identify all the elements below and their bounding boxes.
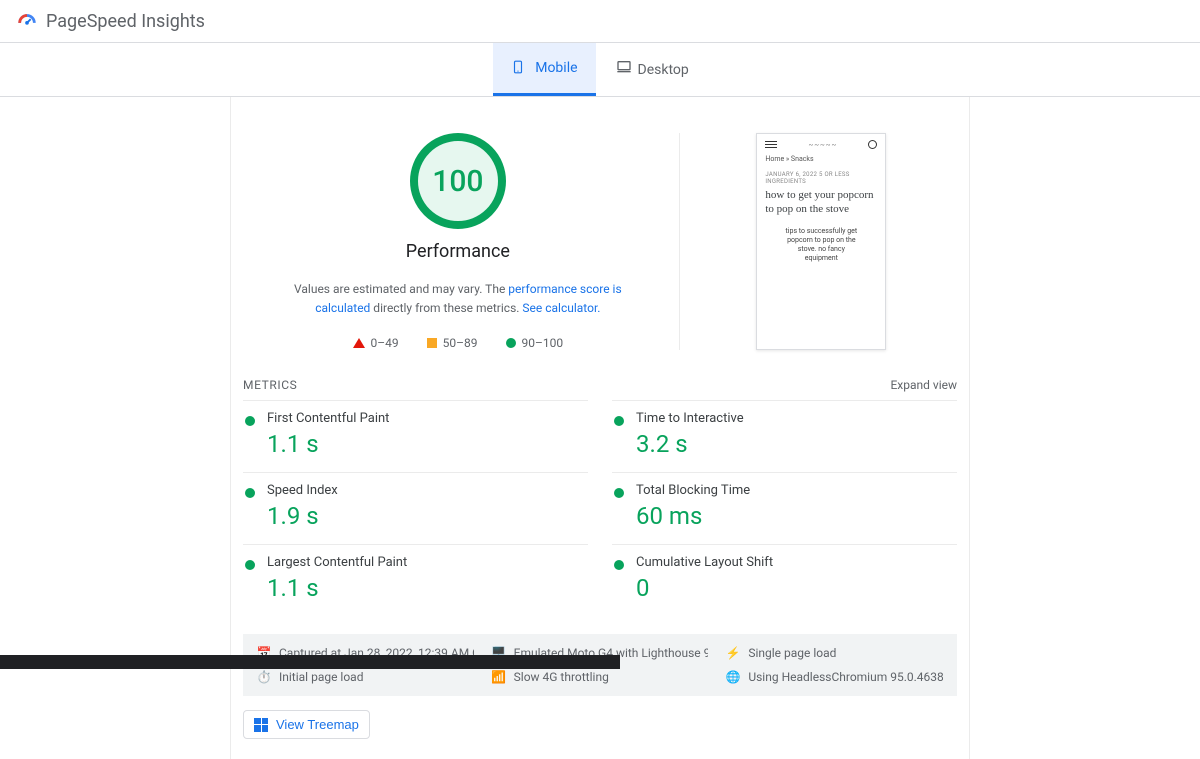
status-dot-icon (614, 488, 624, 498)
preview-title: how to get your popcorn to pop on the st… (765, 189, 877, 217)
tab-mobile-label: Mobile (535, 60, 577, 76)
tab-mobile[interactable]: Mobile (493, 43, 595, 96)
metrics-header: METRICS Expand view (231, 360, 969, 400)
preview-subtitle: tips to successfully get popcorn to pop … (765, 227, 877, 263)
expand-view-toggle[interactable]: Expand view (890, 378, 957, 392)
metrics-heading: METRICS (243, 378, 297, 392)
performance-gauge: 100 (410, 133, 506, 229)
chrome-icon: 🌐 (726, 670, 740, 684)
score-scale: 0–49 50–89 90–100 (243, 336, 673, 350)
hamburger-icon (765, 141, 777, 148)
metric-tbt: Total Blocking Time60 ms (612, 472, 957, 544)
triangle-icon (353, 338, 365, 348)
metric-tti: Time to Interactive3.2 s (612, 400, 957, 472)
env-single-load: ⚡Single page load (726, 646, 943, 660)
pagespeed-logo-icon (16, 10, 38, 32)
page-screenshot-preview: ~~~~~ Home » Snacks JANUARY 6, 2022 5 OR… (756, 133, 886, 350)
see-calculator-link[interactable]: See calculator. (522, 301, 600, 315)
metric-lcp: Largest Contentful Paint1.1 s (243, 544, 588, 616)
preview-site-logo: ~~~~~ (777, 141, 868, 149)
mobile-icon (511, 57, 527, 79)
treemap-icon (254, 718, 268, 732)
status-dot-icon (245, 416, 255, 426)
circle-icon (506, 338, 516, 348)
status-dot-icon (245, 560, 255, 570)
divider (679, 133, 680, 350)
preview-meta: JANUARY 6, 2022 5 OR LESS INGREDIENTS (765, 171, 877, 185)
env-throttle: 📶Slow 4G throttling (492, 670, 709, 684)
metric-cls: Cumulative Layout Shift0 (612, 544, 957, 616)
wifi-icon: 📶 (492, 670, 506, 684)
device-tabs: Mobile Desktop (0, 43, 1200, 97)
env-browser: 🌐Using HeadlessChromium 95.0.4638.69 wit… (726, 670, 943, 684)
metric-si: Speed Index1.9 s (243, 472, 588, 544)
view-treemap-button[interactable]: View Treemap (243, 710, 370, 739)
performance-score: 100 (432, 164, 483, 199)
performance-label: Performance (243, 241, 673, 262)
tab-desktop[interactable]: Desktop (596, 43, 707, 96)
gauge-section: 100 Performance Values are estimated and… (231, 97, 969, 360)
preview-breadcrumb: Home » Snacks (765, 155, 877, 163)
performance-description: Values are estimated and may vary. The p… (288, 280, 628, 318)
metric-fcp: First Contentful Paint1.1 s (243, 400, 588, 472)
bottom-bar (0, 655, 620, 669)
bolt-icon: ⚡ (726, 646, 740, 660)
view-treemap-label: View Treemap (276, 717, 359, 732)
env-initial-load: ⏱️Initial page load (257, 670, 474, 684)
status-dot-icon (614, 416, 624, 426)
tab-desktop-label: Desktop (638, 62, 689, 78)
search-icon (868, 140, 877, 149)
metrics-grid: First Contentful Paint1.1 s Speed Index1… (231, 400, 969, 616)
desktop-icon (614, 59, 630, 81)
status-dot-icon (245, 488, 255, 498)
square-icon (427, 338, 437, 348)
app-title: PageSpeed Insights (46, 11, 205, 32)
status-dot-icon (614, 560, 624, 570)
timer-icon: ⏱️ (257, 670, 271, 684)
app-header: PageSpeed Insights (0, 0, 1200, 43)
